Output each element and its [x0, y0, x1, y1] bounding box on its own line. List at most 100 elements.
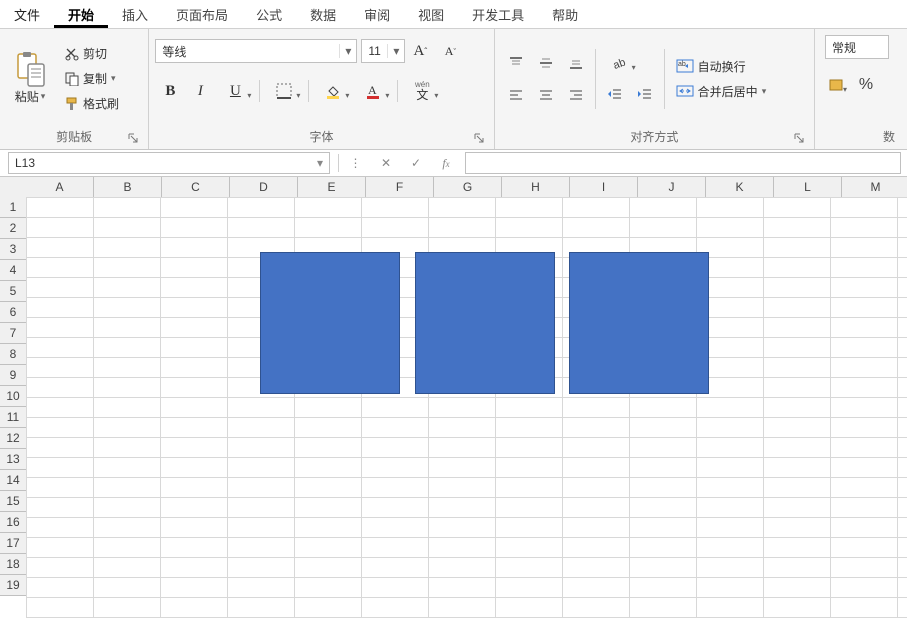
- fill-color-button[interactable]: ▾: [314, 77, 352, 105]
- copy-button[interactable]: 复制 ▾: [60, 67, 124, 90]
- row-header-11[interactable]: 11: [0, 407, 26, 428]
- row-headers[interactable]: 12345678910111213141516171819: [0, 197, 27, 596]
- row-header-17[interactable]: 17: [0, 533, 26, 554]
- column-header-K[interactable]: K: [706, 177, 774, 197]
- align-left-icon: [508, 87, 524, 103]
- menu-帮助[interactable]: 帮助: [538, 0, 592, 28]
- align-top-button[interactable]: [502, 49, 530, 77]
- italic-button[interactable]: I: [186, 77, 214, 105]
- menu-审阅[interactable]: 审阅: [350, 0, 404, 28]
- dialog-launcher-icon[interactable]: [472, 131, 486, 145]
- orientation-button[interactable]: ab▾: [601, 49, 639, 77]
- font-size-combo[interactable]: 11 ▾: [361, 39, 405, 63]
- dialog-launcher-icon[interactable]: [792, 131, 806, 145]
- cells-area[interactable]: [26, 197, 907, 618]
- row-header-1[interactable]: 1: [0, 197, 26, 218]
- chevron-down-icon[interactable]: ▾: [387, 44, 404, 58]
- percent-button[interactable]: %: [852, 71, 880, 99]
- accounting-format-button[interactable]: ▾: [822, 71, 850, 99]
- menu-页面布局[interactable]: 页面布局: [162, 0, 242, 28]
- chevron-down-icon[interactable]: ▾: [311, 156, 329, 170]
- row-header-4[interactable]: 4: [0, 260, 26, 281]
- column-header-H[interactable]: H: [502, 177, 570, 197]
- row-header-8[interactable]: 8: [0, 344, 26, 365]
- align-center-button[interactable]: [532, 81, 560, 109]
- bold-button[interactable]: B: [156, 77, 184, 105]
- row-header-2[interactable]: 2: [0, 218, 26, 239]
- column-header-G[interactable]: G: [434, 177, 502, 197]
- paste-label: 粘贴: [15, 88, 39, 105]
- wrap-text-icon: ab: [676, 58, 694, 74]
- align-bottom-button[interactable]: [562, 49, 590, 77]
- cancel-formula-button[interactable]: ✕: [371, 152, 401, 174]
- menu-数据[interactable]: 数据: [296, 0, 350, 28]
- enter-formula-button[interactable]: ✓: [401, 152, 431, 174]
- row-header-18[interactable]: 18: [0, 554, 26, 575]
- decrease-indent-button[interactable]: [601, 81, 629, 109]
- increase-indent-button[interactable]: [631, 81, 659, 109]
- column-header-I[interactable]: I: [570, 177, 638, 197]
- font-color-button[interactable]: A ▾: [354, 77, 392, 105]
- align-right-button[interactable]: [562, 81, 590, 109]
- wrap-text-button[interactable]: ab 自动换行: [671, 55, 772, 78]
- borders-button[interactable]: ▾: [265, 77, 303, 105]
- column-header-A[interactable]: A: [26, 177, 94, 197]
- column-header-J[interactable]: J: [638, 177, 706, 197]
- column-header-L[interactable]: L: [774, 177, 842, 197]
- row-header-5[interactable]: 5: [0, 281, 26, 302]
- rectangle-shape-3[interactable]: [569, 252, 709, 394]
- menu-文件[interactable]: 文件: [0, 0, 54, 28]
- rectangle-shape-1[interactable]: [260, 252, 400, 394]
- chevron-down-icon: ▾: [247, 91, 251, 100]
- underline-button[interactable]: U▾: [216, 77, 254, 105]
- dialog-launcher-icon[interactable]: [126, 131, 140, 145]
- column-header-F[interactable]: F: [366, 177, 434, 197]
- column-header-C[interactable]: C: [162, 177, 230, 197]
- row-header-3[interactable]: 3: [0, 239, 26, 260]
- formula-input[interactable]: [465, 152, 901, 174]
- spreadsheet-grid[interactable]: ABCDEFGHIJKLM 12345678910111213141516171…: [0, 177, 907, 618]
- formula-options-button[interactable]: ⋮: [341, 152, 371, 174]
- align-middle-button[interactable]: [532, 49, 560, 77]
- rectangle-shape-2[interactable]: [415, 252, 555, 394]
- row-header-14[interactable]: 14: [0, 470, 26, 491]
- menu-开发工具[interactable]: 开发工具: [458, 0, 538, 28]
- font-name-combo[interactable]: 等线 ▾: [155, 39, 357, 63]
- column-header-M[interactable]: M: [842, 177, 907, 197]
- row-header-12[interactable]: 12: [0, 428, 26, 449]
- italic-icon: I: [198, 83, 203, 100]
- column-header-D[interactable]: D: [230, 177, 298, 197]
- row-header-15[interactable]: 15: [0, 491, 26, 512]
- copy-label: 复制: [83, 70, 107, 87]
- align-left-button[interactable]: [502, 81, 530, 109]
- cut-button[interactable]: 剪切: [60, 42, 124, 65]
- chevron-down-icon[interactable]: ▾: [339, 44, 356, 58]
- row-header-7[interactable]: 7: [0, 323, 26, 344]
- menu-插入[interactable]: 插入: [108, 0, 162, 28]
- paste-button[interactable]: 粘贴 ▾: [8, 50, 52, 107]
- merge-center-button[interactable]: 合并后居中 ▾: [671, 80, 772, 103]
- increase-font-button[interactable]: Aˆ: [406, 37, 434, 65]
- column-header-E[interactable]: E: [298, 177, 366, 197]
- row-header-13[interactable]: 13: [0, 449, 26, 470]
- decrease-font-button[interactable]: Aˇ: [436, 37, 464, 65]
- row-header-9[interactable]: 9: [0, 365, 26, 386]
- menu-视图[interactable]: 视图: [404, 0, 458, 28]
- column-headers[interactable]: ABCDEFGHIJKLM: [26, 177, 907, 198]
- insert-function-button[interactable]: fx: [431, 152, 461, 174]
- select-all-corner[interactable]: [0, 177, 27, 198]
- menu-开始[interactable]: 开始: [54, 0, 108, 28]
- menu-公式[interactable]: 公式: [242, 0, 296, 28]
- dots-icon: ⋮: [350, 156, 363, 170]
- column-header-B[interactable]: B: [94, 177, 162, 197]
- format-painter-button[interactable]: 格式刷: [60, 92, 124, 115]
- row-header-16[interactable]: 16: [0, 512, 26, 533]
- row-header-19[interactable]: 19: [0, 575, 26, 596]
- font-name-text: 等线: [156, 43, 339, 60]
- chevron-down-icon: ▾: [632, 63, 636, 72]
- row-header-6[interactable]: 6: [0, 302, 26, 323]
- row-header-10[interactable]: 10: [0, 386, 26, 407]
- name-box[interactable]: L13 ▾: [8, 152, 330, 174]
- number-format-combo[interactable]: 常规: [825, 35, 889, 59]
- phonetic-guide-button[interactable]: wén 文 ▾: [403, 77, 441, 105]
